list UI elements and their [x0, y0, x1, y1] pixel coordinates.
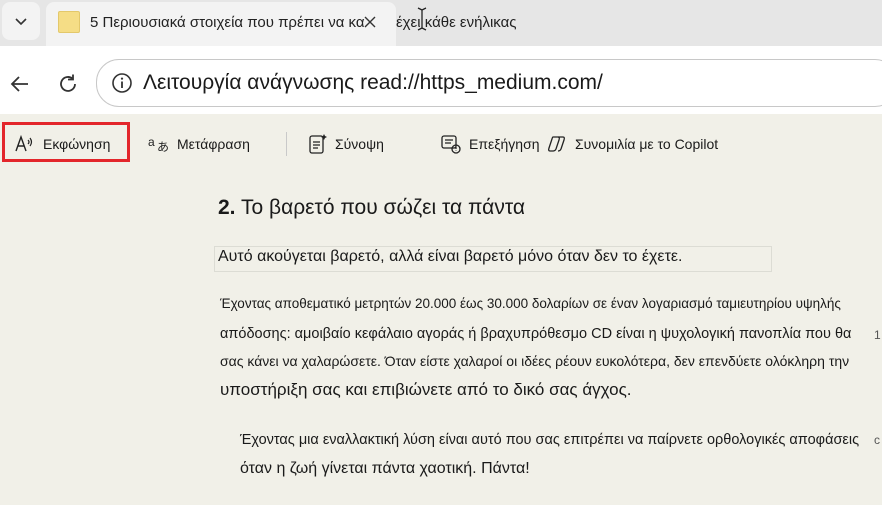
summarize-icon [309, 134, 327, 154]
intro-sentence: Αυτό ακούγεται βαρετό, αλλά είναι βαρετό… [218, 248, 683, 265]
read-aloud-button[interactable]: Εκφώνηση [14, 130, 110, 158]
explain-label: Επεξήγηση [469, 136, 540, 152]
info-icon[interactable] [111, 72, 133, 94]
summarize-label: Σύνοψη [335, 136, 384, 152]
refresh-icon [60, 74, 76, 92]
read-aloud-icon [15, 134, 33, 152]
copilot-icon [548, 136, 565, 152]
reader-toolbar: Εκφώνηση aあ Μετάφραση Σύνοψη Επεξήγηση Σ… [0, 114, 882, 168]
paragraph-line: απόδοσης: αμοιβαίο κεφάλαιο αγοράς ή βρα… [220, 326, 852, 342]
tab-strip: 5 Περιουσιακά στοιχεία που πρέπει να κα … [0, 0, 882, 46]
text-cursor-icon [417, 7, 427, 31]
explain-icon [441, 135, 461, 154]
reader-article: 2. Το βαρετό που σώζει τα πάντα Αυτό ακο… [0, 168, 882, 505]
paragraph-line: Έχοντας αποθεματικό μετρητών 20.000 έως … [220, 296, 841, 311]
translate-button[interactable]: aあ Μετάφραση [148, 130, 250, 158]
margin-mark: c [874, 433, 880, 447]
address-bar[interactable]: Λειτουργία ανάγνωσης read://https_medium… [96, 59, 882, 107]
navigation-toolbar: Λειτουργία ανάγνωσης read://https_medium… [0, 46, 882, 114]
close-icon[interactable] [362, 14, 378, 30]
svg-text:あ: あ [157, 140, 169, 154]
toolbar-divider [286, 132, 287, 156]
page-favicon-icon [58, 11, 80, 33]
url-text[interactable]: Λειτουργία ανάγνωσης read://https_medium… [143, 71, 603, 95]
heading-text: Το βαρετό που σώζει τα πάντα [240, 196, 525, 219]
svg-text:a: a [148, 135, 155, 149]
back-button[interactable] [6, 70, 34, 98]
copilot-chat-button[interactable]: Συνομιλία με το Copilot [546, 130, 718, 158]
reload-button[interactable] [54, 70, 82, 98]
explain-button[interactable]: Επεξήγηση [440, 130, 540, 158]
summarize-button[interactable]: Σύνοψη [308, 130, 384, 158]
chevron-down-icon [15, 18, 27, 26]
read-aloud-label: Εκφώνηση [43, 136, 111, 152]
tab-actions-menu-button[interactable] [2, 2, 40, 40]
tab-title: 5 Περιουσιακά στοιχεία που πρέπει να κα [90, 14, 365, 31]
translate-label: Μετάφραση [177, 136, 250, 152]
article-heading: 2. Το βαρετό που σώζει τα πάντα [218, 196, 525, 220]
paragraph-line: υποστήριξη σας και επιβιώνετε από το δικ… [220, 380, 632, 399]
translate-icon: aあ [148, 135, 169, 154]
paragraph-line: σας κάνει να χαλαρώσετε. Όταν είστε χαλα… [220, 353, 850, 369]
paragraph-line: Έχοντας μια εναλλακτική λύση είναι αυτό … [240, 432, 860, 448]
paragraph-line: όταν η ζωή γίνεται πάντα χαοτική. Πάντα! [240, 460, 530, 477]
active-tab[interactable]: 5 Περιουσιακά στοιχεία που πρέπει να κα [46, 2, 396, 46]
margin-mark: 1 [874, 328, 881, 342]
arrow-left-icon [10, 76, 28, 92]
heading-number: 2. [218, 196, 236, 219]
copilot-chat-label: Συνομιλία με το Copilot [575, 136, 719, 152]
